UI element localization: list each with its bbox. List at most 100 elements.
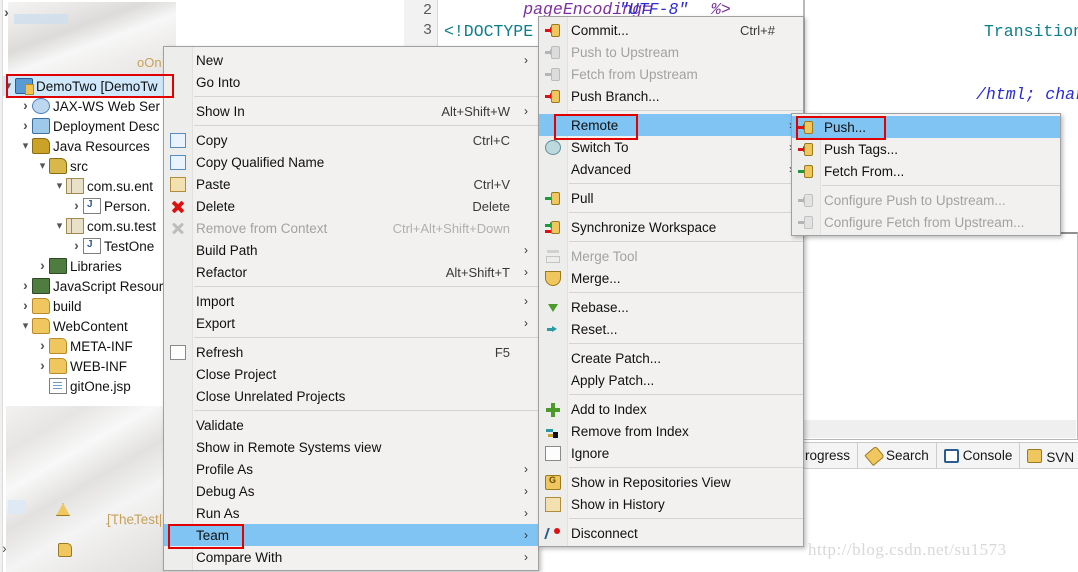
menu-item-label: Remove from Context [196,220,328,236]
tree-twisty[interactable] [36,156,49,177]
tree-twisty[interactable] [19,115,32,138]
view-tab-rogress[interactable]: rogress [798,442,859,469]
team-item-pull[interactable]: Pull [539,187,803,209]
tree-item-src[interactable]: src [0,156,176,176]
tree-item-jax-ws-web-ser[interactable]: JAX-WS Web Ser [0,96,176,116]
team-item-add-to-index[interactable]: Add to Index [539,398,803,420]
team-item-create-patch[interactable]: Create Patch... [539,347,803,369]
menu-item-delete[interactable]: Delete Delete [164,195,538,217]
team-item-rebase[interactable]: Rebase... [539,296,803,318]
view-stack-panel [800,232,1078,440]
menu-item-refactor[interactable]: Refactor Alt+Shift+T › [164,261,538,283]
menu-item-new[interactable]: New › [164,49,538,71]
menu-item-refresh[interactable]: Refresh F5 [164,341,538,363]
tree-item-person[interactable]: Person. [0,196,176,216]
menu-item-team[interactable]: Team › [164,524,538,546]
menu-item-show-in-remote-systems-view[interactable]: Show in Remote Systems view [164,436,538,458]
menu-item-label: Close Project [196,366,277,382]
view-tab-svn-资源库[interactable]: SVN 资源库 [1020,443,1078,469]
team-item-switch-to[interactable]: Switch To› [539,136,803,158]
chevron-right-icon: › [524,265,528,279]
menu-item-label: Push... [824,119,867,135]
tree-twisty[interactable] [53,216,66,237]
tree-twisty[interactable] [2,76,15,97]
tree-twisty[interactable] [70,195,83,218]
tree-twisty[interactable] [19,136,32,157]
team-item-show-in-history[interactable]: Show in History [539,493,803,515]
team-item-commit[interactable]: Commit... Ctrl+# [539,19,803,41]
tree-item-gitone-jsp[interactable]: gitOne.jsp [0,376,176,396]
tree-twisty[interactable] [70,235,83,258]
menu-item-go-into[interactable]: Go Into [164,71,538,93]
tree-item-libraries[interactable]: Libraries [0,256,176,276]
view-tab-console[interactable]: Console [937,442,1021,469]
remote-item-configure-push-to-upstream: Configure Push to Upstream... [792,189,1060,211]
tree-item-demotwo-demotw[interactable]: DemoTwo [DemoTw [0,76,176,96]
menu-item-close-unrelated-projects[interactable]: Close Unrelated Projects [164,385,538,407]
tree-item-deployment-desc[interactable]: Deployment Desc [0,116,176,136]
team-item-apply-patch[interactable]: Apply Patch... [539,369,803,391]
tree-twisty[interactable] [36,355,49,378]
menu-item-export[interactable]: Export › [164,312,538,334]
menu-item-close-project[interactable]: Close Project [164,363,538,385]
submenu-remote[interactable]: Push... Push Tags... Fetch From... Configur… [791,113,1061,236]
team-item-synchronize-workspace[interactable]: Synchronize Workspace [539,216,803,238]
tree-item-webcontent[interactable]: WebContent [0,316,176,336]
context-menu-project[interactable]: New › Go Into Show In Alt+Shift+W › Copy Ctrl+C… [163,46,539,571]
remote-item-fetch-from[interactable]: Fetch From... [792,160,1060,182]
menu-item-run-as[interactable]: Run As › [164,502,538,524]
menu-item-compare-with[interactable]: Compare With › [164,546,538,568]
remote-item-configure-fetch-from-upstream: Configure Fetch from Upstream... [792,211,1060,233]
menu-item-validate[interactable]: Validate [164,414,538,436]
tree-twisty[interactable] [19,295,32,318]
menu-item-build-path[interactable]: Build Path › [164,239,538,261]
team-item-reset[interactable]: Reset... [539,318,803,340]
menu-item-label: Validate [196,417,244,433]
submenu-team[interactable]: Commit... Ctrl+# Push to Upstream Fetch fro… [538,16,804,547]
project-explorer[interactable]: oOn DemoTwo [DemoTw JAX-WS Web Ser Deploym… [0,0,176,572]
tree-twisty[interactable] [19,316,32,337]
view-tab-label: Console [962,448,1013,463]
config-fetch-icon [798,215,814,230]
view-tab-search[interactable]: Search [858,442,937,469]
menu-item-label: Add to Index [571,401,647,417]
menu-item-label: Switch To [571,139,629,155]
team-item-disconnect[interactable]: Disconnect [539,522,803,544]
tree-item-com-su-test[interactable]: com.su.test [0,216,176,236]
tree-twisty-bottom[interactable]: › [2,540,14,558]
menu-item-copy-qualified-name[interactable]: Copy Qualified Name [164,151,538,173]
tree-item-javascript-resour[interactable]: JavaScript Resour [0,276,176,296]
menu-item-label: Merge... [571,270,621,286]
remove-context-icon [170,221,186,236]
tree-item-build[interactable]: build [0,296,176,316]
tree-item-testone[interactable]: TestOne [0,236,176,256]
tree-twisty[interactable] [36,255,49,278]
team-item-push-branch[interactable]: Push Branch... [539,85,803,107]
menu-item-show-in[interactable]: Show In Alt+Shift+W › [164,100,538,122]
team-item-show-in-repositories-view[interactable]: Show in Repositories View [539,471,803,493]
tree-twisty[interactable] [53,176,66,197]
menu-item-import[interactable]: Import › [164,290,538,312]
menu-item-copy[interactable]: Copy Ctrl+C [164,129,538,151]
team-item-ignore[interactable]: Ignore [539,442,803,464]
view-tab-bar[interactable]: rogress Search Console SVN 资源库 [798,442,1078,469]
team-item-remove-from-index[interactable]: Remove from Index [539,420,803,442]
tree-item-java-resources[interactable]: Java Resources [0,136,176,156]
menu-separator [822,185,1060,186]
remote-item-push[interactable]: Push... [792,116,1060,138]
team-item-merge[interactable]: Merge... [539,267,803,289]
tree-item-web-inf[interactable]: WEB-INF [0,356,176,376]
tree-item-meta-inf[interactable]: META-INF [0,336,176,356]
folder-icon [49,338,67,354]
tree-item-label: src [70,158,88,174]
menu-item-label: Ignore [571,445,610,461]
team-item-remote[interactable]: Remote› [539,114,803,136]
tree-item-com-su-ent[interactable]: com.su.ent [0,176,176,196]
menu-item-paste[interactable]: Paste Ctrl+V [164,173,538,195]
remote-item-push-tags[interactable]: Push Tags... [792,138,1060,160]
explorer-left-edge [0,0,3,572]
menu-item-remove-from-context: Remove from Context Ctrl+Alt+Shift+Down [164,217,538,239]
menu-item-profile-as[interactable]: Profile As › [164,458,538,480]
menu-item-debug-as[interactable]: Debug As › [164,480,538,502]
team-item-advanced[interactable]: Advanced› [539,158,803,180]
